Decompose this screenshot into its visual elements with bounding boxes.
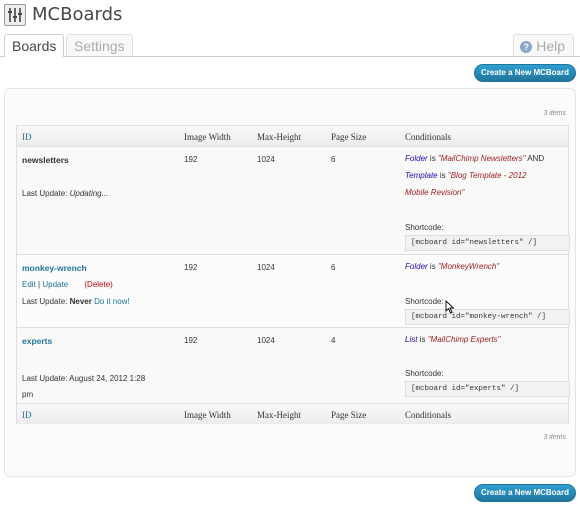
- tab-boards[interactable]: Boards: [4, 34, 65, 57]
- image-width-value: 192: [184, 155, 198, 164]
- shortcode-field[interactable]: [mcboard id="monkey-wrench" /]: [405, 309, 570, 325]
- app-logo-icon: [4, 4, 26, 26]
- last-update-label: Last Update:: [22, 189, 68, 198]
- column-footer-image-width: Image Width: [184, 410, 231, 420]
- edit-link[interactable]: Edit: [22, 280, 36, 289]
- column-footer-page-size: Page Size: [331, 410, 367, 420]
- condition-value: "Blog Template - 2012: [447, 171, 527, 180]
- shortcode-label: Shortcode:: [405, 223, 444, 232]
- do-it-now-link[interactable]: Do it now!: [94, 297, 130, 306]
- page-title: MCBoards: [32, 4, 123, 25]
- condition-field: Template: [405, 171, 438, 180]
- create-board-button-bottom[interactable]: Create a New MCBoard: [473, 484, 576, 502]
- last-update-value: Updating...: [69, 189, 109, 198]
- boards-table: ID Image Width Max-Height Page Size Cond…: [16, 125, 570, 424]
- condition-value: "MailChimp Newsletters": [437, 154, 526, 163]
- column-header-id[interactable]: ID: [22, 132, 32, 142]
- help-tab[interactable]: ? Help: [513, 34, 574, 56]
- max-height-value: 1024: [257, 336, 275, 345]
- row-actions: Edit | Update (Delete): [22, 280, 113, 289]
- column-footer-max-height: Max-Height: [257, 410, 301, 420]
- shortcode-label: Shortcode:: [405, 297, 444, 306]
- condition-operator: is: [439, 171, 446, 180]
- create-board-button-top[interactable]: Create a New MCBoard: [473, 64, 576, 82]
- board-name-link[interactable]: experts: [22, 336, 52, 346]
- board-name-link[interactable]: monkey-wrench: [22, 263, 87, 273]
- condition-value-continued: Mobile Revision": [405, 188, 465, 197]
- last-update: Last Update: Updating...: [22, 189, 108, 198]
- action-separator: |: [38, 280, 41, 289]
- image-width-value: 192: [184, 263, 198, 272]
- update-link[interactable]: Update: [42, 280, 68, 289]
- table-footer: ID Image Width Max-Height Page Size Cond…: [17, 403, 568, 424]
- page-size-value: 4: [331, 336, 336, 345]
- condition-value: "MonkeyWrench": [437, 262, 500, 271]
- mouse-cursor-icon: [445, 300, 455, 314]
- max-height-value: 1024: [257, 263, 275, 272]
- last-update: Last Update: August 24, 2012 1:28 pm: [22, 371, 182, 403]
- max-height-value: 1024: [257, 155, 275, 164]
- condition-field: Folder: [405, 262, 428, 271]
- shortcode-label: Shortcode:: [405, 369, 444, 378]
- shortcode-field[interactable]: [mcboard id="newsletters" /]: [405, 235, 570, 251]
- condition-operator: is: [419, 335, 426, 344]
- conditionals: Folder is "MailChimp Newsletters" AND Te…: [405, 150, 570, 201]
- tab-settings[interactable]: Settings: [66, 34, 133, 56]
- column-footer-id[interactable]: ID: [22, 410, 32, 420]
- board-name: newsletters: [22, 155, 69, 165]
- last-update-value: Never: [69, 297, 92, 306]
- help-icon: ?: [520, 41, 533, 53]
- last-update: Last Update: Never Do it now!: [22, 297, 130, 306]
- items-count-bottom: 3 items: [543, 434, 566, 441]
- items-count-top: 3 items: [543, 110, 566, 117]
- delete-link[interactable]: (Delete): [84, 280, 112, 289]
- column-footer-conditionals: Conditionals: [405, 410, 452, 420]
- condition-operator: is: [429, 154, 436, 163]
- page-size-value: 6: [331, 263, 336, 272]
- table-row: newsletters 192 1024 6 Last Update: Upda…: [17, 147, 570, 255]
- image-width-value: 192: [184, 336, 198, 345]
- conditionals: Folder is "MonkeyWrench": [405, 258, 570, 275]
- table-row: experts 192 1024 4 Last Update: August 2…: [17, 328, 570, 403]
- tabs-divider: [0, 56, 580, 57]
- last-update-label: Last Update: August 24, 2012 1:28: [22, 374, 146, 383]
- condition-field: List: [405, 335, 418, 344]
- condition-and: AND: [527, 154, 545, 163]
- condition-field: Folder: [405, 154, 428, 163]
- page-size-value: 6: [331, 155, 336, 164]
- condition-operator: is: [429, 262, 436, 271]
- conditionals: List is "MailChimp Experts": [405, 331, 570, 348]
- shortcode-field[interactable]: [mcboard id="experts" /]: [405, 381, 570, 397]
- table-header: ID Image Width Max-Height Page Size Cond…: [17, 126, 568, 147]
- help-label: Help: [536, 38, 565, 54]
- column-header-conditionals: Conditionals: [405, 132, 452, 142]
- last-update-value: pm: [22, 390, 34, 399]
- table-row: monkey-wrench 192 1024 6 Edit | Update (…: [17, 255, 570, 328]
- column-header-image-width: Image Width: [184, 132, 231, 142]
- column-header-max-height: Max-Height: [257, 132, 301, 142]
- last-update-label: Last Update:: [22, 297, 68, 306]
- column-header-page-size: Page Size: [331, 132, 367, 142]
- condition-value: "MailChimp Experts": [427, 335, 501, 344]
